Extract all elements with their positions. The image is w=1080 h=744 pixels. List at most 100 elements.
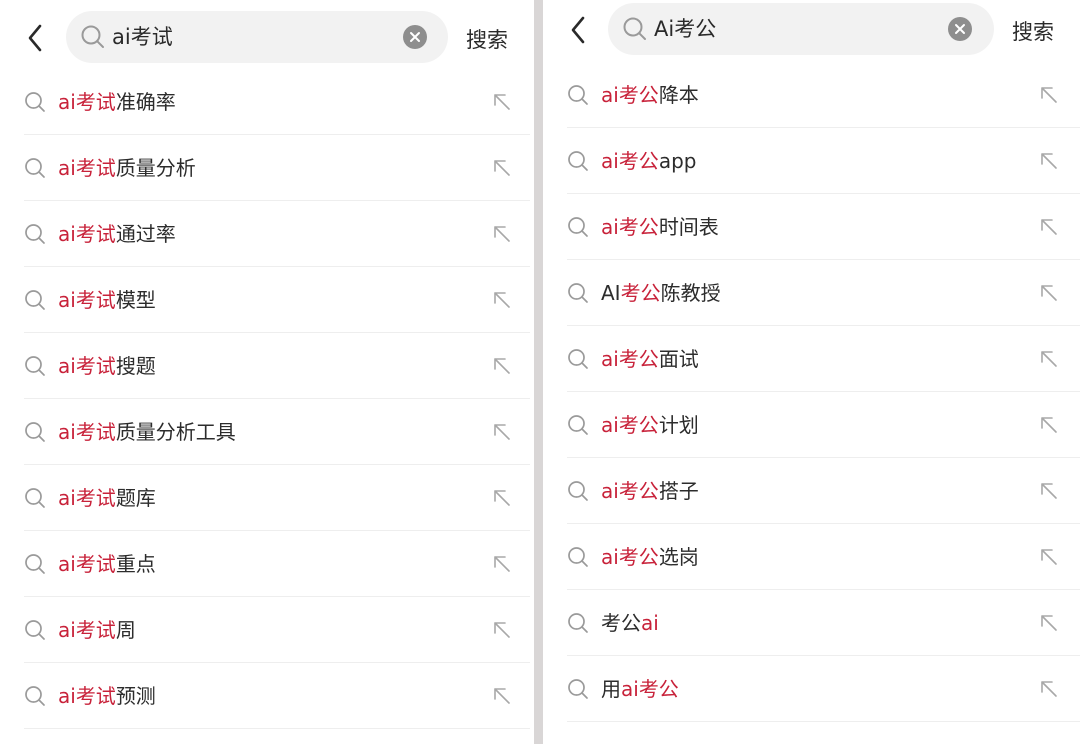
suggestion-suffix: 计划 (658, 413, 699, 437)
suggestion-item[interactable]: ai考试通过率 (24, 201, 530, 267)
arrow-up-left-icon[interactable] (1039, 679, 1059, 699)
suggestion-suffix: 搭子 (658, 479, 699, 503)
suggestion-item[interactable]: ai考试预测 (24, 663, 530, 729)
suggestion-text: ai考公搭子 (601, 458, 699, 524)
suggestion-item[interactable]: ai考试重点 (24, 531, 530, 597)
suggestion-suffix: 降本 (658, 83, 699, 107)
search-box[interactable]: Ai考公 (608, 3, 994, 55)
highlighted-keyword: ai考公 (601, 149, 659, 173)
suggestion-item[interactable]: ai考试准确率 (24, 69, 530, 135)
search-box[interactable]: ai考试 (66, 11, 448, 63)
arrow-up-left-icon[interactable] (492, 620, 512, 640)
suggestion-item[interactable]: ai考试质量分析工具 (24, 399, 530, 465)
search-icon (25, 92, 45, 112)
suggestion-item[interactable]: ai考公降本 (567, 62, 1080, 128)
suggestion-item[interactable]: ai考公搭子 (567, 458, 1080, 524)
arrow-up-left-icon[interactable] (492, 422, 512, 442)
search-icon (25, 488, 45, 508)
suggestion-item[interactable]: ai考试质量分析 (24, 135, 530, 201)
arrow-up-left-icon[interactable] (1039, 283, 1059, 303)
suggestion-suffix: app (658, 149, 697, 173)
highlighted-keyword: ai考试 (58, 222, 116, 246)
search-input[interactable]: Ai考公 (654, 3, 716, 55)
chevron-left-icon (571, 16, 585, 44)
suggestion-item[interactable]: ai考试搜题 (24, 333, 530, 399)
highlighted-keyword: ai考试 (58, 684, 116, 708)
suggestion-text: ai考试预测 (58, 663, 156, 729)
highlighted-keyword: ai考试 (58, 486, 116, 510)
arrow-up-left-icon[interactable] (1039, 613, 1059, 633)
search-icon (25, 422, 45, 442)
highlighted-keyword: ai考试 (58, 90, 116, 114)
suggestion-text: ai考试模型 (58, 267, 156, 333)
arrow-up-left-icon[interactable] (1039, 85, 1059, 105)
suggestion-item[interactable]: ai考公时间表 (567, 194, 1080, 260)
back-button[interactable] (20, 23, 50, 53)
highlighted-keyword: ai考试 (58, 156, 116, 180)
arrow-up-left-icon[interactable] (492, 92, 512, 112)
suggestion-item[interactable]: ai考试题库 (24, 465, 530, 531)
search-icon (623, 17, 646, 40)
suggestion-item[interactable]: ai考公计划 (567, 392, 1080, 458)
clear-button[interactable] (948, 17, 972, 41)
arrow-up-left-icon[interactable] (1039, 481, 1059, 501)
search-icon (25, 620, 45, 640)
arrow-up-left-icon[interactable] (492, 686, 512, 706)
search-icon (25, 224, 45, 244)
search-panel-right: Ai考公 搜索 ai考公降本 ai考公app ai考公时间表 AI考公陈教授 ai考公面… (543, 0, 1080, 744)
highlighted-keyword: ai (641, 611, 659, 635)
suggestion-suffix: 时间表 (658, 215, 719, 239)
clear-button[interactable] (403, 25, 427, 49)
search-icon (25, 686, 45, 706)
suggestion-item[interactable]: ai考试周 (24, 597, 530, 663)
search-button[interactable]: 搜索 (466, 24, 508, 54)
search-input[interactable]: ai考试 (112, 11, 173, 63)
arrow-up-left-icon[interactable] (1039, 217, 1059, 237)
search-icon (25, 158, 45, 178)
suggestion-text: ai考试质量分析工具 (58, 399, 236, 465)
highlighted-keyword: ai考公 (601, 545, 659, 569)
highlighted-keyword: ai考公 (621, 677, 679, 701)
arrow-up-left-icon[interactable] (1039, 349, 1059, 369)
suggestion-text: ai考试重点 (58, 531, 156, 597)
suggestion-item[interactable]: 考公ai (567, 590, 1080, 656)
suggestion-suffix: 重点 (115, 552, 156, 576)
arrow-up-left-icon[interactable] (1039, 151, 1059, 171)
suggestion-text: ai考试周 (58, 597, 136, 663)
suggestion-suffix: 面试 (658, 347, 699, 371)
suggestion-text: ai考公app (601, 128, 696, 194)
suggestion-suffix: 周 (115, 618, 136, 642)
clear-icon (410, 32, 420, 42)
suggestion-text: ai考公面试 (601, 326, 699, 392)
highlighted-keyword: ai考公 (601, 347, 659, 371)
search-icon (568, 349, 588, 369)
highlighted-keyword: ai考试 (58, 288, 116, 312)
search-icon (568, 679, 588, 699)
suggestion-text: ai考试搜题 (58, 333, 156, 399)
arrow-up-left-icon[interactable] (492, 356, 512, 376)
suggestion-item[interactable]: ai考公app (567, 128, 1080, 194)
arrow-up-left-icon[interactable] (492, 488, 512, 508)
suggestion-item[interactable]: AI考公陈教授 (567, 260, 1080, 326)
suggestion-item[interactable]: ai考公面试 (567, 326, 1080, 392)
arrow-up-left-icon[interactable] (492, 290, 512, 310)
suggestion-text: ai考公计划 (601, 392, 699, 458)
suggestion-text: ai考试题库 (58, 465, 156, 531)
suggestion-item[interactable]: ai考试模型 (24, 267, 530, 333)
arrow-up-left-icon[interactable] (492, 158, 512, 178)
suggestion-text: ai考公选岗 (601, 524, 699, 590)
arrow-up-left-icon[interactable] (492, 224, 512, 244)
search-icon (568, 547, 588, 567)
arrow-up-left-icon[interactable] (492, 554, 512, 574)
suggestion-suffix: 通过率 (115, 222, 176, 246)
arrow-up-left-icon[interactable] (1039, 547, 1059, 567)
arrow-up-left-icon[interactable] (1039, 415, 1059, 435)
suggestion-item[interactable]: 用ai考公 (567, 656, 1080, 722)
back-button[interactable] (563, 15, 593, 45)
search-button[interactable]: 搜索 (1012, 16, 1054, 46)
highlighted-keyword: ai考公 (601, 479, 659, 503)
search-icon (568, 85, 588, 105)
search-icon (81, 25, 104, 48)
clear-icon (955, 24, 965, 34)
suggestion-item[interactable]: ai考公选岗 (567, 524, 1080, 590)
